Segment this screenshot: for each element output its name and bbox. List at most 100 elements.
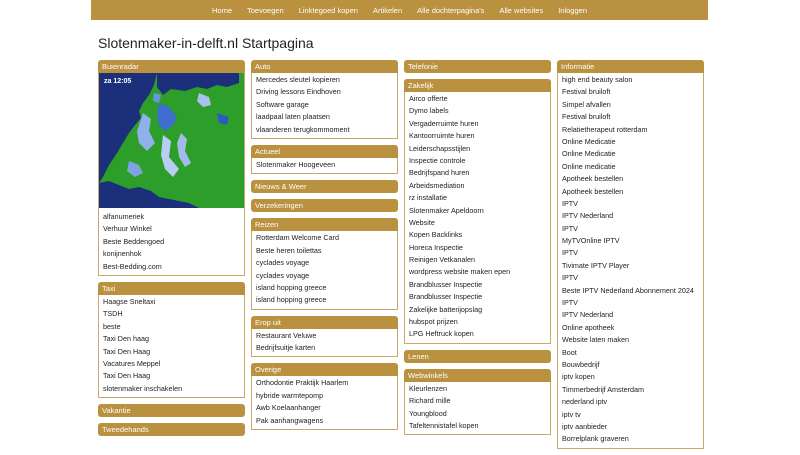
block-header[interactable]: Zakelijk: [404, 79, 551, 92]
link-item[interactable]: Online Medicatie: [558, 136, 703, 148]
link-item[interactable]: high end beauty salon: [558, 74, 703, 86]
block-header[interactable]: Nieuws & Weer: [251, 180, 398, 194]
link-item[interactable]: IPTV: [558, 223, 703, 235]
link-item[interactable]: Best-Bedding.com: [99, 261, 244, 273]
block-header[interactable]: Tweedehands: [98, 423, 245, 437]
nav-link[interactable]: Alle websites: [492, 6, 551, 15]
link-item[interactable]: TSDH: [99, 308, 244, 320]
link-item[interactable]: Website: [405, 217, 550, 229]
link-item[interactable]: hybride warmtepomp: [252, 390, 397, 402]
block-header[interactable]: Buienradar: [98, 60, 245, 73]
link-item[interactable]: IPTV: [558, 297, 703, 309]
link-item[interactable]: cyclades voyage: [252, 270, 397, 282]
link-item[interactable]: Tivimate IPTV Player: [558, 260, 703, 272]
link-item[interactable]: Pak aanhangwagens: [252, 415, 397, 427]
link-item[interactable]: cyclades voyage: [252, 257, 397, 269]
block-header[interactable]: Verzekeringen: [251, 199, 398, 213]
nav-link[interactable]: Linktegoed kopen: [291, 6, 365, 15]
link-item[interactable]: Bedrijfspand huren: [405, 167, 550, 179]
link-item[interactable]: Zakelijke batterijopslag: [405, 304, 550, 316]
link-item[interactable]: Online medicatie: [558, 161, 703, 173]
link-item[interactable]: Timmerbedrijf Amsterdam: [558, 384, 703, 396]
link-item[interactable]: Rotterdam Welcome Card: [252, 232, 397, 244]
link-item[interactable]: IPTV Nederland: [558, 210, 703, 222]
link-item[interactable]: Awb Koelaanhanger: [252, 402, 397, 414]
block-header[interactable]: Telefonie: [404, 60, 551, 73]
link-item[interactable]: laadpaal laten plaatsen: [252, 111, 397, 123]
block-header[interactable]: Taxi: [98, 281, 245, 295]
link-item[interactable]: Brandblusser Inspectie: [405, 279, 550, 291]
block-header[interactable]: Auto: [251, 60, 398, 73]
link-item[interactable]: IPTV: [558, 247, 703, 259]
link-item[interactable]: wordpress website maken epen: [405, 266, 550, 278]
link-item[interactable]: iptv tv: [558, 409, 703, 421]
link-item[interactable]: Vacatures Meppel: [99, 358, 244, 370]
link-item[interactable]: nederland iptv: [558, 396, 703, 408]
nav-link[interactable]: Alle dochterpagina's: [410, 6, 492, 15]
link-item[interactable]: MyTVOnline IPTV: [558, 235, 703, 247]
link-item[interactable]: Taxi Den Haag: [99, 370, 244, 382]
block-header[interactable]: Vakantie: [98, 404, 245, 418]
block-header[interactable]: Lenen: [404, 349, 551, 363]
link-item[interactable]: Taxi Den Haag: [99, 346, 244, 358]
link-item[interactable]: Taxi Den haag: [99, 333, 244, 345]
link-item[interactable]: island hopping greece: [252, 282, 397, 294]
block-header[interactable]: Actueel: [251, 144, 398, 158]
link-item[interactable]: Bedrijfsuitje karten: [252, 342, 397, 354]
link-item[interactable]: Bouwbedrijf: [558, 359, 703, 371]
link-item[interactable]: Online apotheek: [558, 322, 703, 334]
link-item[interactable]: Website laten maken: [558, 334, 703, 346]
link-item[interactable]: Dymo labels: [405, 105, 550, 117]
link-item[interactable]: IPTV Nederland: [558, 309, 703, 321]
link-item[interactable]: Beste heren toilettas: [252, 245, 397, 257]
link-item[interactable]: Mercedes sleutel kopieren: [252, 74, 397, 86]
link-item[interactable]: Software garage: [252, 99, 397, 111]
link-item[interactable]: Relatietherapeut rotterdam: [558, 124, 703, 136]
link-item[interactable]: vlaanderen terugkommoment: [252, 124, 397, 136]
link-item[interactable]: Tafeltennistafel kopen: [405, 420, 550, 432]
link-item[interactable]: Beste Beddengoed: [99, 236, 244, 248]
link-item[interactable]: alfanumeriek: [99, 211, 244, 223]
block-header[interactable]: Informatie: [557, 60, 704, 73]
nav-link[interactable]: Inloggen: [551, 6, 595, 15]
link-item[interactable]: Airco offerte: [405, 93, 550, 105]
nav-link[interactable]: Home: [205, 6, 240, 15]
nav-link[interactable]: Artikelen: [365, 6, 409, 15]
link-item[interactable]: Borrelplank graveren: [558, 433, 703, 445]
link-item[interactable]: Kopen Backlinks: [405, 229, 550, 241]
link-item[interactable]: Simpel afvallen: [558, 99, 703, 111]
link-item[interactable]: Slotenmaker Apeldoorn: [405, 205, 550, 217]
nav-link[interactable]: Toevoegen: [240, 6, 292, 15]
link-item[interactable]: Online Medicatie: [558, 148, 703, 160]
link-item[interactable]: Reinigen Vetkanalen: [405, 254, 550, 266]
link-item[interactable]: Restaurant Veluwe: [252, 330, 397, 342]
link-item[interactable]: Festival bruiloft: [558, 111, 703, 123]
link-item[interactable]: slotenmaker inschakelen: [99, 383, 244, 395]
block-header[interactable]: Reizen: [251, 218, 398, 232]
link-item[interactable]: Apotheek bestellen: [558, 173, 703, 185]
link-item[interactable]: Apotheek bestellen: [558, 186, 703, 198]
rain-radar-map[interactable]: za 12:05: [99, 73, 244, 208]
link-item[interactable]: IPTV: [558, 198, 703, 210]
link-item[interactable]: iptv kopen: [558, 371, 703, 383]
link-item[interactable]: Kleurlenzen: [405, 383, 550, 395]
link-item[interactable]: Beste IPTV Nederland Abonnement 2024: [558, 285, 703, 297]
link-item[interactable]: hubspot prijzen: [405, 316, 550, 328]
link-item[interactable]: konijnenhok: [99, 248, 244, 260]
block-header[interactable]: Overige: [251, 363, 398, 377]
link-item[interactable]: Brandblusser Inspectie: [405, 291, 550, 303]
link-item[interactable]: Haagse Sneltaxi: [99, 296, 244, 308]
link-item[interactable]: Richard mille: [405, 395, 550, 407]
block-header[interactable]: Erop uit: [251, 315, 398, 329]
link-item[interactable]: iptv aanbieder: [558, 421, 703, 433]
link-item[interactable]: Inspectie controle: [405, 155, 550, 167]
link-item[interactable]: Arbeidsmediation: [405, 180, 550, 192]
link-item[interactable]: rz installatie: [405, 192, 550, 204]
link-item[interactable]: island hopping greece: [252, 294, 397, 306]
link-item[interactable]: beste: [99, 321, 244, 333]
link-item[interactable]: Verhuur Winkel: [99, 223, 244, 235]
link-item[interactable]: Driving lessons Eindhoven: [252, 86, 397, 98]
link-item[interactable]: Leiderschapsstijlen: [405, 143, 550, 155]
link-item[interactable]: Orthodontie Praktijk Haarlem: [252, 377, 397, 389]
block-header[interactable]: Webwinkels: [404, 368, 551, 382]
